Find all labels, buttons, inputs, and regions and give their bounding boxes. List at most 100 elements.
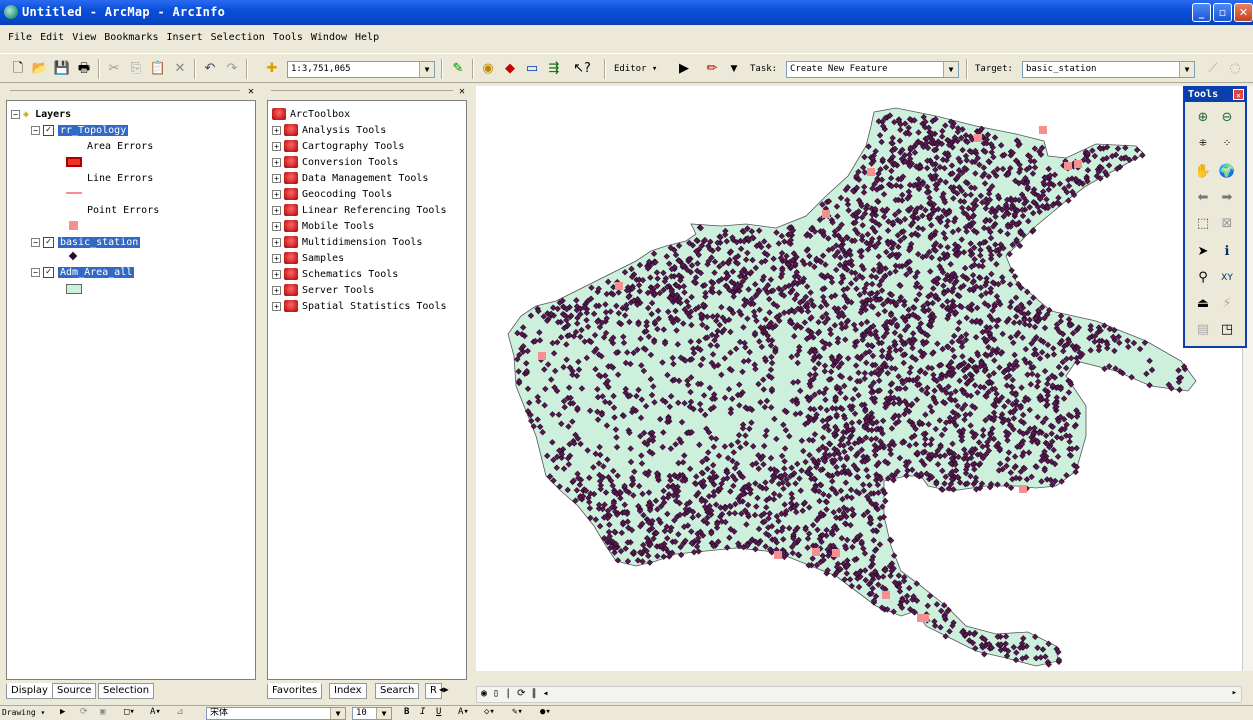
menu-view[interactable]: View <box>68 28 100 50</box>
toolbox-item[interactable]: + Data Management Tools <box>272 171 428 187</box>
tab-favorites[interactable]: Favorites <box>267 683 323 699</box>
save-icon[interactable]: 💾 <box>52 59 72 79</box>
chevron-down-icon[interactable]: ▼ <box>376 708 391 719</box>
expand-icon[interactable]: + <box>272 189 281 199</box>
new-document-icon[interactable]: 🗋 <box>8 59 28 79</box>
cut-icon[interactable]: ✂ <box>104 59 124 79</box>
map-display[interactable] <box>476 86 1242 671</box>
tab-scroll-arrows[interactable]: ◀▶ <box>439 685 449 694</box>
toolbox-item[interactable]: + Samples <box>272 251 344 267</box>
find-icon[interactable]: ⚲ <box>1193 268 1213 288</box>
toolbox-item[interactable]: + Geocoding Tools <box>272 187 392 203</box>
chevron-down-icon[interactable]: ▼ <box>724 59 744 79</box>
arccatalog-icon[interactable]: ◉ <box>478 59 498 79</box>
edit-tool-icon[interactable]: ▶ <box>674 59 694 79</box>
layer-visibility-checkbox[interactable]: ✓ <box>43 124 54 136</box>
forward-icon[interactable]: ➡ <box>1217 188 1237 208</box>
select-elements-icon[interactable]: ➤ <box>1193 242 1213 262</box>
copy-icon[interactable]: ⎘ <box>126 59 146 79</box>
scroll-right-icon[interactable]: ▸ <box>1232 688 1237 698</box>
toc-root[interactable]: − ◈ Layers <box>11 107 71 123</box>
italic-button[interactable]: I <box>420 707 425 717</box>
close-icon[interactable]: ✕ <box>459 86 465 97</box>
redo-icon[interactable]: ↷ <box>222 59 242 79</box>
toolbox-root[interactable]: ArcToolbox <box>272 107 350 123</box>
full-extent-icon[interactable]: 🌍 <box>1217 162 1237 182</box>
fixed-zoom-out-icon[interactable]: ⁘ <box>1217 134 1237 154</box>
editor-menu[interactable]: Editor ▾ <box>614 64 657 74</box>
collapse-icon[interactable]: − <box>31 125 40 135</box>
menu-edit[interactable]: Edit <box>36 28 68 50</box>
expand-icon[interactable]: + <box>272 141 281 151</box>
tab-selection[interactable]: Selection <box>98 683 155 699</box>
layer-visibility-checkbox[interactable]: ✓ <box>43 266 54 278</box>
select-elements-icon[interactable]: ▶ <box>60 707 65 717</box>
expand-icon[interactable]: + <box>272 173 281 183</box>
menu-insert[interactable]: Insert <box>162 28 206 50</box>
paste-icon[interactable]: 📋 <box>148 59 168 79</box>
close-icon[interactable]: ✕ <box>248 86 254 97</box>
whats-this-icon[interactable]: ↖? <box>572 59 592 79</box>
text-tool-icon[interactable]: A▾ <box>150 707 161 717</box>
expand-icon[interactable]: + <box>272 253 281 263</box>
edit-vertices-icon[interactable]: ⊿ <box>176 707 184 717</box>
toolbox-item[interactable]: + Cartography Tools <box>272 139 404 155</box>
expand-icon[interactable]: + <box>272 237 281 247</box>
tab-search[interactable]: Search <box>375 683 420 699</box>
editor-toolbar-icon[interactable]: ✎ <box>448 59 468 79</box>
command-line-icon[interactable]: ▭ <box>522 59 542 79</box>
view-toggle-icons[interactable]: ◉ ▯ | ⟳ ∥ ◂ <box>481 688 549 699</box>
fixed-zoom-in-icon[interactable]: ⁜ <box>1193 134 1213 154</box>
layer-visibility-checkbox[interactable]: ✓ <box>43 236 54 248</box>
back-icon[interactable]: ⬅ <box>1193 188 1213 208</box>
expand-icon[interactable]: + <box>272 157 281 167</box>
map-horizontal-scrollbar[interactable]: ◉ ▯ | ⟳ ∥ ◂ ▸ <box>476 686 1242 703</box>
font-size-combo[interactable]: 10 ▼ <box>352 707 392 720</box>
chevron-down-icon[interactable]: ▼ <box>1179 62 1194 77</box>
menu-selection[interactable]: Selection <box>207 28 269 50</box>
expand-icon[interactable]: + <box>272 125 281 135</box>
expand-icon[interactable]: + <box>272 221 281 231</box>
expand-icon[interactable]: + <box>272 285 281 295</box>
toolbox-item[interactable]: + Server Tools <box>272 283 374 299</box>
open-icon[interactable]: 📂 <box>30 59 50 79</box>
zoom-to-selected-icon[interactable]: ▣ <box>100 707 105 717</box>
toolbox-item[interactable]: + Linear Referencing Tools <box>272 203 447 219</box>
delete-icon[interactable]: ✕ <box>170 59 190 79</box>
zoom-in-icon[interactable]: ⊕ <box>1193 108 1213 128</box>
arctoolbox-icon[interactable]: ◆ <box>500 59 520 79</box>
marker-color-icon[interactable]: ●▾ <box>540 707 551 717</box>
zoom-out-icon[interactable]: ⊖ <box>1217 108 1237 128</box>
modelbuilder-icon[interactable]: ⇶ <box>544 59 564 79</box>
expand-icon[interactable]: + <box>272 269 281 279</box>
font-combo[interactable]: 宋体 ▼ <box>206 707 346 720</box>
underline-button[interactable]: U <box>436 707 441 717</box>
menu-file[interactable]: File <box>0 28 36 50</box>
rotate-icon[interactable]: ⟳ <box>80 707 88 717</box>
tab-source[interactable]: Source <box>52 683 97 699</box>
split-tool-icon[interactable]: ⟋ <box>1203 59 1223 79</box>
collapse-icon[interactable]: − <box>31 267 40 277</box>
pan-icon[interactable]: ✋ <box>1193 162 1213 182</box>
chevron-down-icon[interactable]: ▼ <box>330 708 345 719</box>
toolbox-item[interactable]: + Spatial Statistics Tools <box>272 299 447 315</box>
rectangle-tool-icon[interactable]: □▾ <box>124 707 135 717</box>
toolbox-item[interactable]: + Analysis Tools <box>272 123 386 139</box>
toc-layer-rr-topology[interactable]: − ✓ rr_Topology <box>31 123 129 139</box>
sketch-tool-icon[interactable]: ✏ <box>702 59 722 79</box>
map-scale-combo[interactable]: 1:3,751,065 ▼ <box>287 61 435 78</box>
collapse-icon[interactable]: − <box>31 237 40 247</box>
close-button[interactable]: ✕ <box>1234 3 1253 22</box>
menu-bookmarks[interactable]: Bookmarks <box>100 28 162 50</box>
target-combo[interactable]: basic_station ▼ <box>1022 61 1195 78</box>
tab-index[interactable]: Index <box>329 683 367 699</box>
chevron-down-icon[interactable]: ▼ <box>943 62 958 77</box>
select-features-icon[interactable]: ⬚ <box>1193 214 1213 234</box>
rotate-tool-icon[interactable]: ◌ <box>1225 59 1245 79</box>
tab-display[interactable]: Display <box>6 683 53 699</box>
toolbox-item[interactable]: + Conversion Tools <box>272 155 398 171</box>
task-combo[interactable]: Create New Feature ▼ <box>786 61 959 78</box>
chevron-down-icon[interactable]: ▼ <box>419 62 434 77</box>
expand-icon[interactable]: + <box>272 205 281 215</box>
line-color-icon[interactable]: ✎▾ <box>512 707 523 717</box>
